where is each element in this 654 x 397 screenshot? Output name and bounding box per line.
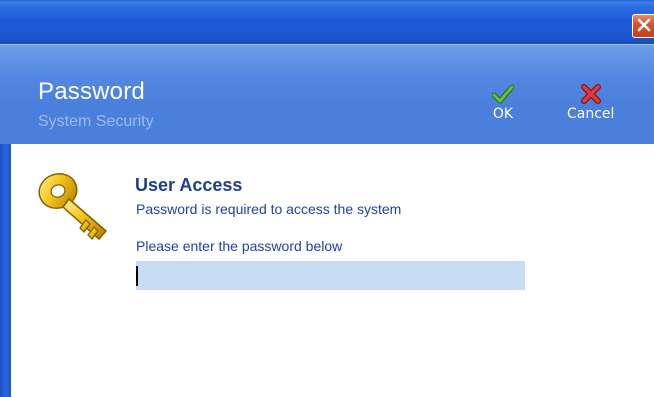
ok-button[interactable]: OK xyxy=(491,83,515,122)
section-title: User Access xyxy=(135,175,243,195)
ok-label: OK xyxy=(492,106,514,122)
key-icon xyxy=(36,167,116,245)
window-left-border xyxy=(0,144,11,397)
password-input[interactable] xyxy=(136,261,525,290)
section-description: Password is required to access the syste… xyxy=(136,201,402,217)
x-icon xyxy=(579,83,603,105)
close-button[interactable] xyxy=(632,14,654,38)
cancel-label: Cancel xyxy=(567,106,615,122)
checkmark-icon xyxy=(491,83,515,105)
password-dialog: Password System Security OK Cancel User … xyxy=(0,0,654,397)
header-band: Password System Security OK Cancel xyxy=(0,44,654,144)
text-caret xyxy=(136,266,138,286)
page-title: Password xyxy=(38,78,145,105)
title-bar[interactable] xyxy=(0,0,654,44)
close-icon xyxy=(637,17,651,36)
cancel-button[interactable]: Cancel xyxy=(567,83,614,122)
page-subtitle: System Security xyxy=(38,113,154,130)
password-field-label: Please enter the password below xyxy=(136,238,343,254)
